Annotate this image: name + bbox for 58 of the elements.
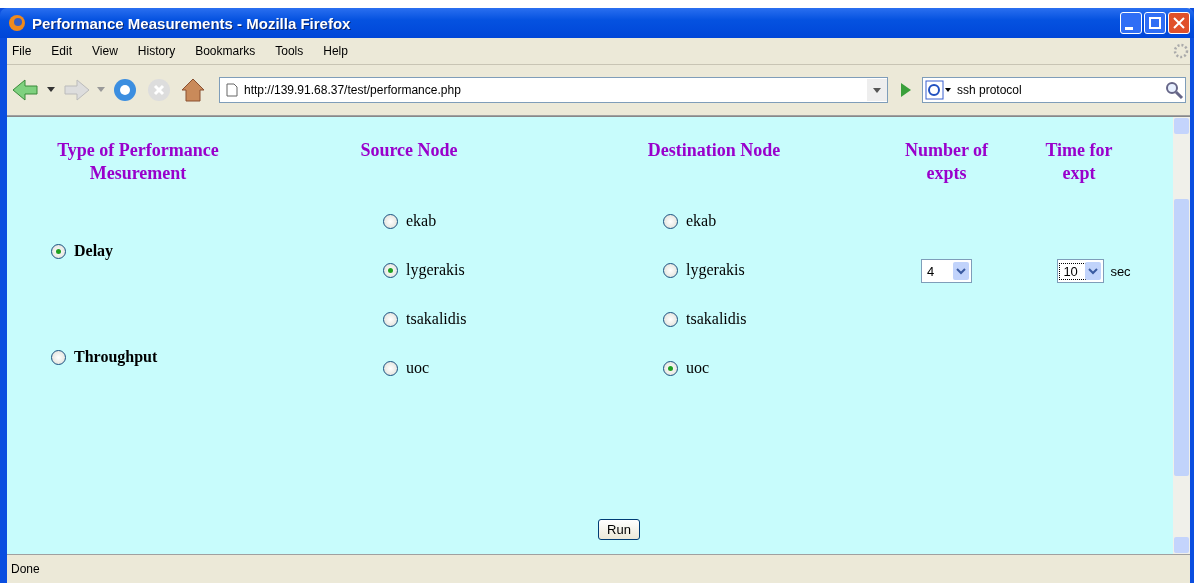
column-heading: Source Node <box>360 139 458 162</box>
time-select[interactable]: 10 <box>1057 259 1105 283</box>
unit-label: sec <box>1110 263 1131 279</box>
menu-item[interactable]: History <box>136 44 177 58</box>
minimize-icon <box>1125 26 1133 30</box>
address-field[interactable]: http://139.91.68.37/test/performance.php <box>219 77 888 103</box>
radio-button[interactable] <box>663 213 678 229</box>
radio-button[interactable] <box>663 360 678 376</box>
option-label: ekab <box>686 212 717 230</box>
option-label: Throughput <box>74 348 158 366</box>
page-icon <box>226 83 238 97</box>
option-label: tsakalidis <box>686 310 747 328</box>
dropdown-icon[interactable] <box>47 87 55 93</box>
radio-button[interactable] <box>383 311 398 327</box>
option-label: lygerakis <box>406 261 465 279</box>
menu-item[interactable]: Edit <box>50 44 74 58</box>
option-label: lygerakis <box>686 261 745 279</box>
home-icon[interactable] <box>179 76 207 104</box>
radio-button[interactable] <box>663 262 678 278</box>
browser-logo-icon <box>8 14 26 32</box>
search-engine-icon[interactable] <box>923 80 953 100</box>
column-heading: Type of Performance Mesurement <box>56 139 220 185</box>
radio-button[interactable] <box>383 262 398 278</box>
status-text: Done <box>11 562 40 576</box>
run-button[interactable]: Run <box>598 519 640 540</box>
close-button[interactable] <box>1168 12 1190 34</box>
maximize-button[interactable] <box>1144 12 1166 34</box>
menu-item[interactable]: Bookmarks <box>194 44 257 58</box>
option-label: ekab <box>406 212 437 230</box>
back-icon[interactable] <box>11 78 41 102</box>
caret-icon <box>1085 262 1102 280</box>
radio-button[interactable] <box>383 360 398 376</box>
column-heading: Time for expt <box>1044 139 1114 185</box>
dropdown-icon[interactable] <box>867 79 887 101</box>
radio-button[interactable] <box>51 243 66 259</box>
search-icon[interactable] <box>1163 79 1185 101</box>
option-label: Delay <box>74 242 114 260</box>
option-label: uoc <box>686 359 710 377</box>
close-icon <box>1173 17 1185 29</box>
throbber-icon <box>1172 42 1190 60</box>
search-field[interactable]: ssh protocol <box>922 77 1186 103</box>
radio-button[interactable] <box>51 349 66 365</box>
minimize-button[interactable] <box>1120 12 1142 34</box>
maximize-icon <box>1149 17 1161 29</box>
option-label: uoc <box>406 359 430 377</box>
column-heading: Number of expts <box>903 139 990 185</box>
menu-item[interactable]: Help <box>322 44 349 58</box>
number-select[interactable]: 4 <box>921 259 972 283</box>
window-title: Performance Measurements - Mozilla Firefox <box>32 14 352 32</box>
radio-button[interactable] <box>663 311 678 327</box>
column-heading: Destination Node <box>647 139 781 162</box>
option-label: tsakalidis <box>406 310 467 328</box>
radio-button[interactable] <box>383 213 398 229</box>
menu-item[interactable]: Tools <box>274 44 305 58</box>
menu-item[interactable]: View <box>91 44 119 58</box>
scrollbar[interactable] <box>1173 117 1190 554</box>
caret-icon <box>953 262 969 280</box>
menu-item[interactable]: File <box>11 44 33 58</box>
